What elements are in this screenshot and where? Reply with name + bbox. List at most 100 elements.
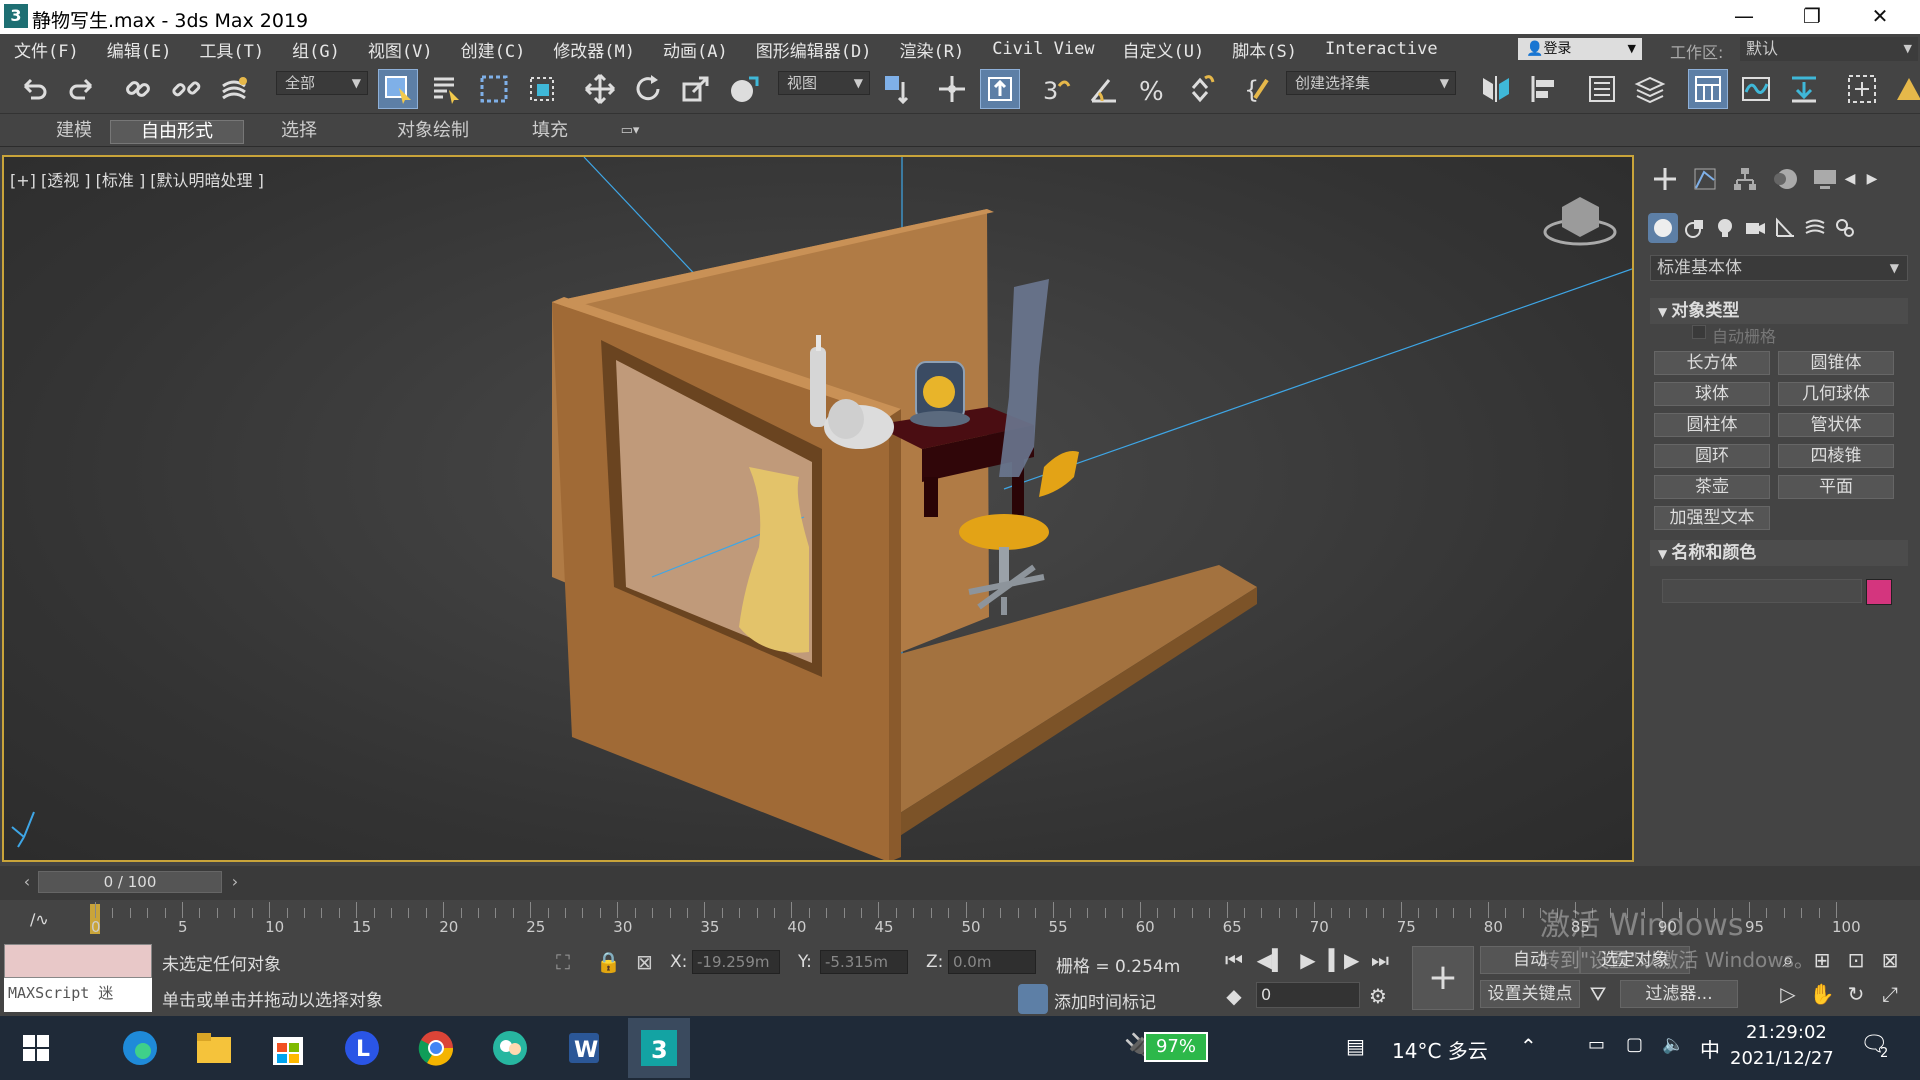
key-mode-icon[interactable]: ◆ [1220, 982, 1248, 1010]
layer-explorer-icon[interactable] [1630, 69, 1670, 109]
align-icon[interactable] [1524, 69, 1564, 109]
maxscript-mini-listener[interactable]: MAXScript 迷 [4, 978, 152, 1012]
set-key-plus-icon[interactable]: + [1412, 946, 1474, 1010]
login-dropdown[interactable]: 👤登录 ▼ [1518, 38, 1642, 60]
chevron-right-icon[interactable]: › [224, 871, 246, 893]
menu-edit[interactable]: 编辑(E) [93, 37, 186, 62]
time-config-icon[interactable]: ⚙ [1364, 982, 1392, 1010]
geosphere-button[interactable]: 几何球体 [1778, 382, 1894, 406]
menu-graph-editors[interactable]: 图形编辑器(D) [742, 37, 886, 62]
chevron-right-icon[interactable]: ▶ [1862, 161, 1882, 197]
name-color-rollout[interactable]: ▼ 名称和颜色 [1650, 540, 1908, 566]
object-color-swatch[interactable] [1866, 579, 1892, 605]
close-button[interactable]: ✕ [1850, 0, 1910, 34]
rectangular-selection-icon[interactable] [474, 69, 514, 109]
material-editor-icon[interactable] [1842, 69, 1882, 109]
teapot-button[interactable]: 茶壶 [1654, 475, 1770, 499]
weather-icon[interactable]: ▤ [1346, 1034, 1365, 1058]
display-tab-icon[interactable] [1806, 161, 1844, 197]
isolate-selection-icon[interactable]: ⛶ [556, 950, 570, 974]
pyramid-button[interactable]: 四棱锥 [1778, 444, 1894, 468]
snaps-toggle-icon[interactable]: 3 [1036, 69, 1076, 109]
move-icon[interactable] [580, 69, 620, 109]
previous-frame-icon[interactable]: ◀▍ [1257, 946, 1288, 974]
chevron-up-icon[interactable]: ⌃ [1520, 1034, 1537, 1058]
lights-icon[interactable] [1710, 213, 1740, 243]
set-key-button[interactable]: 设置关键点 [1480, 980, 1580, 1008]
key-filters-button[interactable]: 过滤器... [1620, 980, 1738, 1008]
angle-snap-icon[interactable] [1084, 69, 1124, 109]
category-dropdown[interactable]: 标准基本体 ▼ [1650, 255, 1908, 281]
named-selection-set-dropdown[interactable]: 创建选择集 ▼ [1286, 71, 1456, 95]
lock-icon[interactable]: 🔒 [596, 950, 621, 974]
menu-create[interactable]: 创建(C) [447, 37, 540, 62]
play-icon[interactable]: ▶ [1294, 946, 1322, 974]
torus-button[interactable]: 圆环 [1654, 444, 1770, 468]
unlink-icon[interactable] [166, 69, 206, 109]
cameras-icon[interactable] [1740, 213, 1770, 243]
orbit-icon[interactable]: ↻ [1842, 980, 1870, 1008]
field-of-view-icon[interactable]: ▷ [1774, 980, 1802, 1008]
keyboard-shortcut-override-icon[interactable] [980, 69, 1020, 109]
systems-icon[interactable] [1830, 213, 1860, 243]
chevron-left-icon[interactable]: ◀ [1840, 161, 1860, 197]
geometry-icon[interactable] [1648, 213, 1678, 243]
clock-date[interactable]: 2021/12/27 [1730, 1048, 1834, 1069]
ime-indicator[interactable]: 中 [1700, 1034, 1720, 1063]
l-app-icon[interactable]: L [340, 1026, 384, 1070]
app-icon[interactable]: 3 [4, 4, 28, 28]
volume-icon[interactable]: 🔈 [1662, 1034, 1684, 1055]
x-coordinate-field[interactable]: -19.259m [692, 950, 780, 974]
file-explorer-icon[interactable] [192, 1026, 236, 1070]
tab-object-paint[interactable]: 对象绘制 [378, 120, 488, 144]
rotate-icon[interactable] [628, 69, 668, 109]
percent-snap-icon[interactable]: % [1132, 69, 1172, 109]
select-object-icon[interactable] [378, 69, 418, 109]
scale-icon[interactable] [676, 69, 716, 109]
go-to-end-icon[interactable]: ⏭ [1366, 946, 1394, 974]
perspective-viewport[interactable]: [+] [透视 ] [标准 ] [默认明暗处理 ] [2, 155, 1634, 862]
pan-hand-icon[interactable]: ✋ [1808, 980, 1836, 1008]
minimize-button[interactable]: — [1714, 0, 1774, 34]
select-by-name-icon[interactable] [426, 69, 466, 109]
bind-spacewarp-icon[interactable] [214, 69, 254, 109]
workspace-dropdown[interactable]: 默认 ▼ [1740, 37, 1918, 61]
next-frame-icon[interactable]: ▍▶ [1329, 946, 1360, 974]
menu-group[interactable]: 组(G) [278, 37, 354, 62]
chrome-icon[interactable] [414, 1026, 458, 1070]
render-setup-icon[interactable] [1890, 69, 1920, 109]
menu-tools[interactable]: 工具(T) [185, 37, 278, 62]
menu-file[interactable]: 文件(F) [0, 37, 93, 62]
menu-interactive[interactable]: Interactive [1311, 39, 1452, 59]
auto-grid-checkbox[interactable] [1692, 325, 1706, 339]
ribbon-toggle-icon[interactable] [1688, 69, 1728, 109]
display-icon[interactable]: ▢ [1626, 1034, 1643, 1055]
key-filter-icon[interactable]: ⛛ [1584, 980, 1612, 1008]
pivot-center-icon[interactable] [878, 69, 918, 109]
select-and-manipulate-icon[interactable] [932, 69, 972, 109]
go-to-start-icon[interactable]: ⏮ [1220, 946, 1248, 974]
object-type-rollout[interactable]: ▼ 对象类型 [1650, 298, 1908, 324]
z-coordinate-field[interactable]: 0.0m [948, 950, 1036, 974]
motion-tab-icon[interactable] [1766, 161, 1804, 197]
modify-tab-icon[interactable] [1686, 161, 1724, 197]
text-plus-button[interactable]: 加强型文本 [1654, 506, 1770, 530]
create-tab-icon[interactable] [1646, 161, 1684, 197]
link-icon[interactable] [118, 69, 158, 109]
selection-filter-dropdown[interactable]: 全部 ▼ [276, 71, 368, 95]
current-frame-field[interactable]: 0 [1256, 982, 1360, 1008]
menu-views[interactable]: 视图(V) [354, 37, 447, 62]
time-slider[interactable]: 0 / 100 [38, 871, 222, 893]
clock-time[interactable]: 21:29:02 [1746, 1022, 1827, 1043]
undo-icon[interactable] [14, 69, 54, 109]
scene-explorer-icon[interactable] [1582, 69, 1622, 109]
word-icon[interactable]: W [562, 1026, 606, 1070]
plane-button[interactable]: 平面 [1778, 475, 1894, 499]
object-name-input[interactable] [1662, 579, 1862, 603]
store-icon[interactable] [266, 1026, 310, 1070]
menu-rendering[interactable]: 渲染(R) [885, 37, 978, 62]
curve-editor-icon[interactable] [1736, 69, 1776, 109]
absolute-mode-icon[interactable]: ⊠ [636, 950, 653, 974]
zoom-extents-icon[interactable]: ⊡ [1842, 946, 1870, 974]
time-tag-icon[interactable] [1018, 984, 1048, 1014]
